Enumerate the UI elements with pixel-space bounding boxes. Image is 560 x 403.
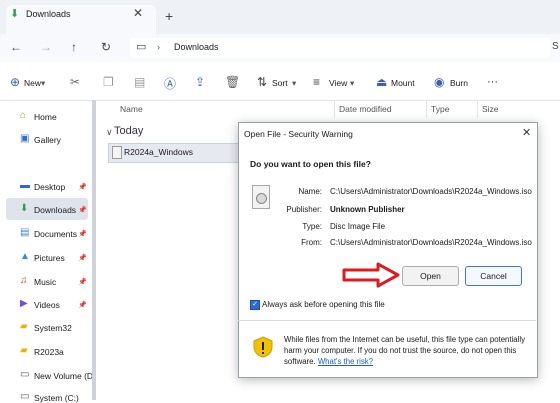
sidebar-item-downloads[interactable]: Downloads (34, 205, 76, 215)
group-header-today[interactable]: Today (114, 125, 143, 137)
sidebar-scrollbar[interactable] (92, 100, 96, 400)
chevron-down-icon[interactable]: ∨ (106, 127, 113, 138)
pin-icon: 📌 (78, 279, 87, 286)
close-tab-icon[interactable]: ✕ (133, 6, 143, 20)
download-icon: ⬇ (20, 203, 29, 214)
sidebar-item-music[interactable]: Music (34, 277, 56, 287)
forward-icon[interactable]: → (40, 40, 52, 54)
desktop-icon: ▬ (20, 180, 30, 191)
name-value: C:\Users\Administrator\Downloads\R2024a_… (330, 187, 532, 196)
pin-icon: 📌 (78, 207, 87, 214)
back-icon[interactable]: ← (10, 40, 22, 54)
dialog-question: Do you want to open this file? (250, 159, 371, 169)
publisher-label: Publisher: (286, 205, 322, 214)
delete-icon[interactable]: 🗑 (225, 75, 240, 89)
column-name[interactable]: Name (120, 104, 143, 114)
view-icon[interactable]: ≡ (313, 75, 320, 89)
pin-icon: 📌 (78, 231, 87, 238)
name-label: Name: (298, 187, 322, 196)
drive-icon: ▭ (20, 369, 30, 380)
column-divider[interactable] (477, 100, 478, 118)
refresh-icon[interactable]: ↻ (101, 40, 111, 54)
drive-icon: ▭ (20, 391, 30, 402)
chevron-right-icon[interactable]: › (157, 42, 160, 52)
paste-icon[interactable]: ▤ (134, 75, 145, 89)
file-name: R2024a_Windows (124, 147, 193, 157)
documents-icon: ▤ (20, 227, 30, 238)
more-icon[interactable]: ··· (487, 76, 498, 88)
videos-icon: ▶ (20, 298, 28, 309)
rename-icon[interactable]: Ⓐ (164, 75, 176, 92)
column-date-modified[interactable]: Date modified (339, 104, 391, 114)
column-divider[interactable] (426, 100, 427, 118)
cancel-button[interactable]: Cancel (465, 266, 522, 286)
new-button[interactable]: New (24, 78, 41, 88)
address-path: Downloads (174, 42, 219, 52)
home-icon: ⌂ (20, 110, 27, 121)
cut-icon[interactable]: ✂ (70, 75, 80, 89)
monitor-icon: ▭ (136, 41, 147, 53)
pictures-icon: ▲ (20, 251, 30, 262)
pin-icon: 📌 (78, 184, 87, 191)
file-icon (112, 146, 122, 159)
sort-icon[interactable]: ⇅ (257, 75, 267, 89)
view-button[interactable]: View (329, 78, 347, 88)
type-label: Type: (302, 222, 322, 231)
sidebar-item-pictures[interactable]: Pictures (34, 253, 65, 263)
sidebar-item-gallery[interactable]: Gallery (34, 135, 61, 145)
sidebar-item-system-c[interactable]: System (C:) (34, 393, 79, 403)
disc-icon (256, 193, 267, 204)
gallery-icon: ▣ (20, 133, 30, 144)
chevron-down-icon[interactable]: ▾ (350, 78, 354, 89)
from-value: C:\Users\Administrator\Downloads\R2024a_… (330, 238, 532, 247)
music-icon: ♫ (20, 275, 28, 286)
download-icon: ⬇ (10, 8, 20, 20)
sort-button[interactable]: Sort (272, 78, 288, 88)
shield-warning-icon (253, 336, 273, 358)
sidebar-item-r2023a[interactable]: R2023a (34, 347, 64, 357)
whats-the-risk-link[interactable]: What's the risk? (318, 357, 373, 366)
column-type[interactable]: Type (431, 104, 449, 114)
column-size[interactable]: Size (482, 104, 499, 114)
always-ask-label[interactable]: Always ask before opening this file (262, 300, 385, 309)
sidebar-item-documents[interactable]: Documents (34, 229, 77, 239)
chevron-down-icon[interactable]: ▾ (41, 78, 45, 89)
sidebar-item-new-volume[interactable]: New Volume (D: (34, 371, 95, 381)
type-value: Disc Image File (330, 222, 386, 231)
red-arrow-icon (342, 262, 400, 288)
pin-icon: 📌 (78, 302, 87, 309)
close-icon[interactable]: ✕ (522, 126, 531, 139)
sidebar-item-home[interactable]: Home (34, 112, 57, 122)
up-icon[interactable]: ↑ (71, 40, 77, 54)
chevron-down-icon[interactable]: ▾ (292, 78, 296, 89)
warning-message: While files from the Internet can be use… (284, 334, 528, 367)
folder-icon: ▰ (20, 345, 28, 356)
mount-icon[interactable]: ⏏ (376, 75, 387, 89)
publisher-value: Unknown Publisher (330, 205, 405, 214)
open-button[interactable]: Open (402, 266, 459, 286)
sidebar-item-desktop[interactable]: Desktop (34, 182, 65, 192)
from-label: From: (301, 238, 322, 247)
tab-title: Downloads (26, 9, 71, 19)
burn-button[interactable]: Burn (450, 78, 468, 88)
mount-button[interactable]: Mount (391, 78, 415, 88)
copy-icon[interactable]: ❐ (103, 75, 114, 89)
new-icon[interactable]: ⊕ (10, 75, 20, 89)
always-ask-checkbox[interactable]: ✓ (250, 300, 260, 310)
column-divider[interactable] (334, 100, 335, 118)
burn-icon[interactable]: ◉ (434, 75, 444, 89)
dialog-title: Open File - Security Warning (244, 129, 353, 139)
sidebar-item-videos[interactable]: Videos (34, 300, 60, 310)
new-tab-icon[interactable]: + (165, 8, 173, 24)
share-icon[interactable]: ⇪ (195, 75, 205, 89)
folder-icon: ▰ (20, 321, 28, 332)
sidebar-item-system32[interactable]: System32 (34, 323, 72, 333)
search-icon[interactable]: S (552, 41, 559, 52)
pin-icon: 📌 (78, 255, 87, 262)
dialog-divider (238, 320, 536, 321)
